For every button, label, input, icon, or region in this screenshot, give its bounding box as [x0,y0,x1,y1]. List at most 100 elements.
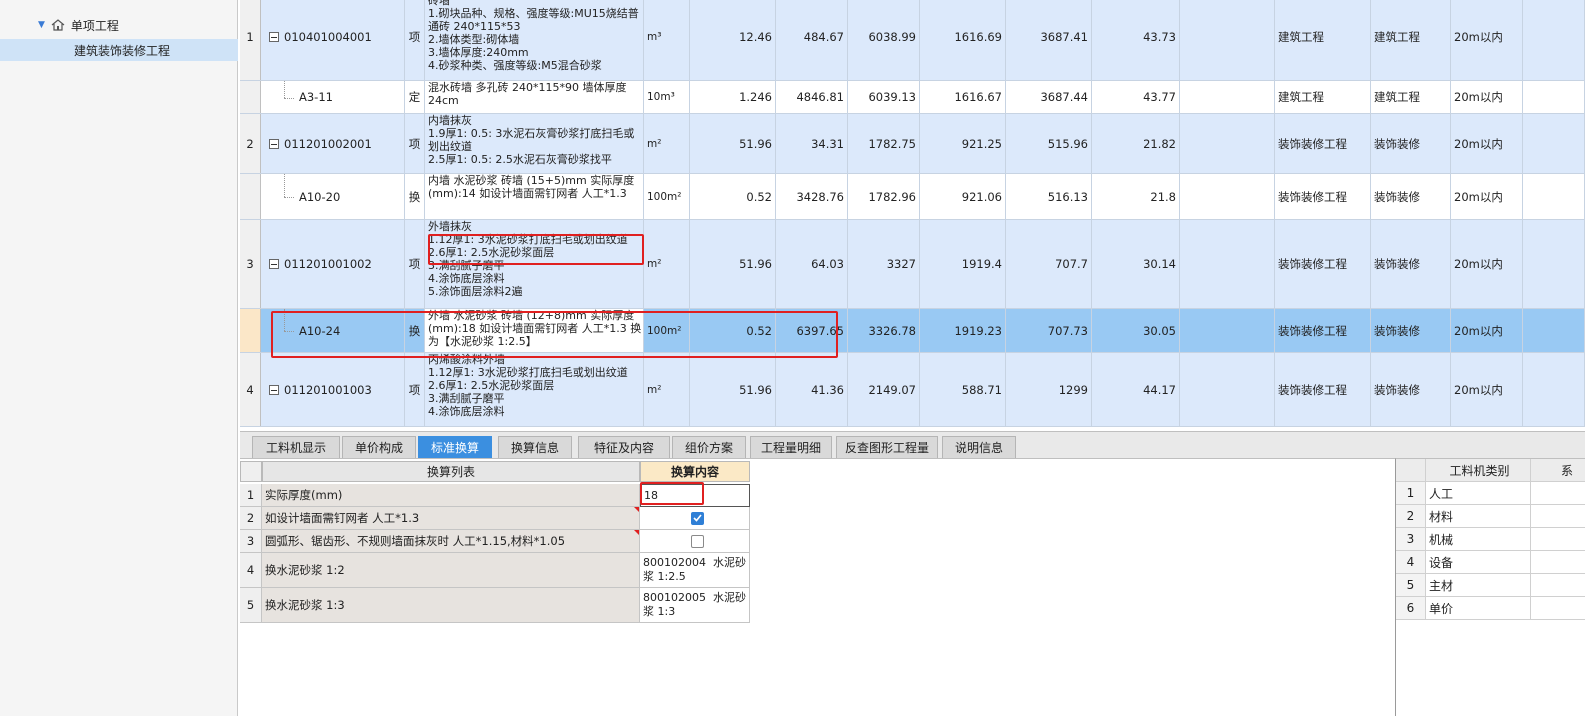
unit-price-cell[interactable]: 64.03 [776,220,848,308]
total-price-cell[interactable]: 1782.96 [848,174,920,219]
height-cell[interactable]: 20m以内 [1451,174,1523,219]
unit-price-cell[interactable]: 3428.76 [776,174,848,219]
extra-cell[interactable] [1180,353,1275,426]
profession-cell[interactable]: 装饰装修工程 [1275,353,1371,426]
quantity-cell[interactable]: 1.246 [690,81,776,113]
conversion-value[interactable]: 800102004 水泥砂浆 1:2.5 [640,553,750,588]
unit-price-cell[interactable]: 484.67 [776,0,848,80]
tree-node-single-project[interactable]: ▼ 单项工程 [0,14,238,36]
labor-cost-cell[interactable]: 1919.23 [920,309,1006,352]
fee-type-cell[interactable]: 装饰装修 [1371,174,1451,219]
quantity-cell[interactable]: 51.96 [690,114,776,173]
fee-type-cell[interactable]: 装饰装修 [1371,114,1451,173]
profession-cell[interactable]: 建筑工程 [1275,0,1371,80]
unit-price-cell[interactable]: 41.36 [776,353,848,426]
material-cost-cell[interactable]: 707.73 [1006,309,1092,352]
item-name-cell[interactable]: 砖墙 1.砌块品种、规格、强度等级:MU15烧结普通砖 240*115*53 2… [425,0,644,80]
height-cell[interactable]: 20m以内 [1451,220,1523,308]
material-cost-cell[interactable]: 515.96 [1006,114,1092,173]
thickness-input[interactable]: 18 [640,484,750,507]
extra-cell[interactable] [1180,0,1275,80]
tab-4[interactable]: 换算信息 [498,436,572,458]
conversion-value[interactable]: 800102005 水泥砂浆 1:3 [640,588,750,623]
code-cell[interactable]: A10-20 [261,174,405,219]
total-price-cell[interactable]: 2149.07 [848,353,920,426]
machine-cost-cell[interactable]: 43.73 [1092,0,1180,80]
fee-type-cell[interactable]: 建筑工程 [1371,0,1451,80]
tab-6[interactable]: 组价方案 [672,436,746,458]
quota-row[interactable]: A3-11 定混水砖墙 多孔砖 240*115*90 墙体厚度 24cm 10m³ 1… [240,81,1585,114]
profession-cell[interactable]: 装饰装修工程 [1275,220,1371,308]
quota-row[interactable]: A10-20 换内墙 水泥砂浆 砖墙 (15+5)mm 实际厚度(mm):14 如… [240,174,1585,220]
tab-8[interactable]: 反查图形工程量 [836,436,938,458]
total-price-cell[interactable]: 3327 [848,220,920,308]
bill-item-row[interactable]: 2 011201002001 项内墙抹灰 1.9厚1: 0.5: 3水泥石灰膏砂浆打… [240,114,1585,174]
height-cell[interactable]: 20m以内 [1451,353,1523,426]
code-cell[interactable]: A3-11 [261,81,405,113]
conversion-row[interactable]: 5 换水泥砂浆 1:3 800102005 水泥砂浆 1:3 [240,588,750,623]
labor-cost-cell[interactable]: 1919.4 [920,220,1006,308]
code-cell[interactable]: 011201002001 [261,114,405,173]
material-cost-cell[interactable]: 3687.44 [1006,81,1092,113]
material-cost-cell[interactable]: 707.7 [1006,220,1092,308]
conversion-row[interactable]: 2 如设计墙面需钉网者 人工*1.3 [240,507,750,530]
profession-cell[interactable]: 装饰装修工程 [1275,174,1371,219]
category-row[interactable]: 1 人工 [1396,482,1585,505]
conversion-value[interactable] [640,507,750,530]
material-cost-cell[interactable]: 3687.41 [1006,0,1092,80]
machine-cost-cell[interactable]: 30.14 [1092,220,1180,308]
extra-cell[interactable] [1180,220,1275,308]
expand-arrow-icon[interactable]: ▼ [38,20,45,30]
collapse-icon[interactable] [269,259,279,269]
height-cell[interactable]: 20m以内 [1451,309,1523,352]
tab-9[interactable]: 说明信息 [942,436,1016,458]
quantity-cell[interactable]: 12.46 [690,0,776,80]
quota-row[interactable]: A10-24 换外墙 水泥砂浆 砖墙 (12+8)mm 实际厚度(mm):18 如… [240,309,1585,353]
extra-cell[interactable] [1180,174,1275,219]
machine-cost-cell[interactable]: 21.8 [1092,174,1180,219]
bill-item-row[interactable]: 3 011201001002 项外墙抹灰 1.12厚1: 3水泥砂浆打底扫毛或划出纹… [240,220,1585,309]
extra-cell[interactable] [1180,81,1275,113]
machine-cost-cell[interactable]: 30.05 [1092,309,1180,352]
category-row[interactable]: 2 材料 [1396,505,1585,528]
quantity-cell[interactable]: 0.52 [690,309,776,352]
fee-type-cell[interactable]: 装饰装修 [1371,220,1451,308]
total-price-cell[interactable]: 1782.75 [848,114,920,173]
extra-cell[interactable] [1180,114,1275,173]
tab-7[interactable]: 工程量明细 [750,436,832,458]
collapse-icon[interactable] [269,32,279,42]
profession-cell[interactable]: 装饰装修工程 [1275,309,1371,352]
conversion-row[interactable]: 3 圆弧形、锯齿形、不规则墙面抹灰时 人工*1.15,材料*1.05 [240,530,750,553]
quantity-cell[interactable]: 0.52 [690,174,776,219]
labor-cost-cell[interactable]: 1616.67 [920,81,1006,113]
collapse-icon[interactable] [269,384,279,395]
quantity-cell[interactable]: 51.96 [690,220,776,308]
code-cell[interactable]: 010401004001 [261,0,405,80]
fee-type-cell[interactable]: 建筑工程 [1371,81,1451,113]
extra-cell[interactable] [1180,309,1275,352]
bill-item-row[interactable]: 4 011201001003 项丙烯酸涂料外墙 1.12厚1: 3水泥砂浆打底扫毛或… [240,353,1585,427]
unit-price-cell[interactable]: 4846.81 [776,81,848,113]
item-name-cell[interactable]: 内墙 水泥砂浆 砖墙 (15+5)mm 实际厚度(mm):14 如设计墙面需钉网… [425,174,644,219]
category-row[interactable]: 3 机械 [1396,528,1585,551]
conversion-row[interactable]: 4 换水泥砂浆 1:2 800102004 水泥砂浆 1:2.5 [240,553,750,588]
tab-3[interactable]: 标准换算 [418,436,492,458]
item-name-cell[interactable]: 内墙抹灰 1.9厚1: 0.5: 3水泥石灰膏砂浆打底扫毛或划出纹道 2.5厚1… [425,114,644,173]
code-cell[interactable]: 011201001002 [261,220,405,308]
fee-type-cell[interactable]: 装饰装修 [1371,309,1451,352]
material-cost-cell[interactable]: 516.13 [1006,174,1092,219]
labor-cost-cell[interactable]: 921.25 [920,114,1006,173]
unit-price-cell[interactable]: 6397.65 [776,309,848,352]
quantity-cell[interactable]: 51.96 [690,353,776,426]
machine-cost-cell[interactable]: 44.17 [1092,353,1180,426]
category-row[interactable]: 5 主材 [1396,574,1585,597]
bill-item-row[interactable]: 1 010401004001 项砖墙 1.砌块品种、规格、强度等级:MU15烧结普通… [240,0,1585,81]
material-cost-cell[interactable]: 1299 [1006,353,1092,426]
category-row[interactable]: 4 设备 [1396,551,1585,574]
total-price-cell[interactable]: 6039.13 [848,81,920,113]
profession-cell[interactable]: 建筑工程 [1275,81,1371,113]
total-price-cell[interactable]: 3326.78 [848,309,920,352]
tab-5[interactable]: 特征及内容 [578,436,670,458]
tab-1[interactable]: 工料机显示 [252,436,340,458]
unit-price-cell[interactable]: 34.31 [776,114,848,173]
